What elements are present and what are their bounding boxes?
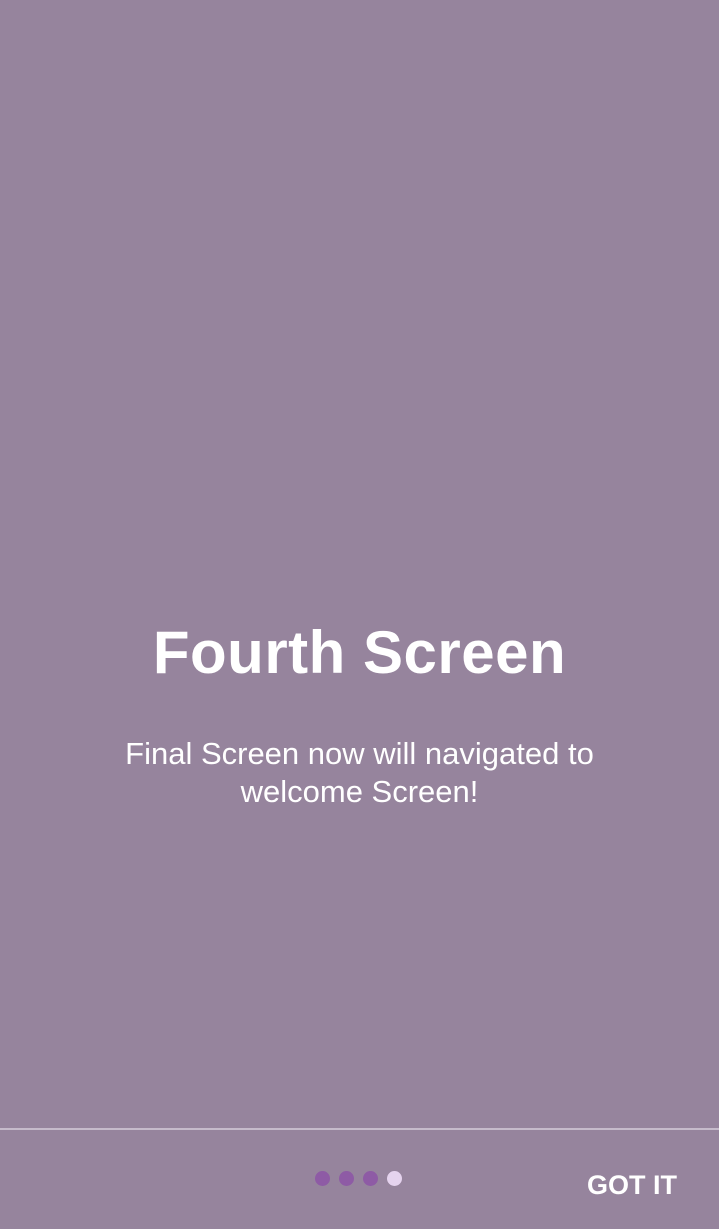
slide-title: Fourth Screen bbox=[152, 619, 567, 686]
onboarding-slide: Fourth Screen Final Screen now will navi… bbox=[0, 0, 719, 1129]
got-it-button[interactable]: GOT IT bbox=[572, 1163, 692, 1207]
page-indicator bbox=[315, 1171, 402, 1187]
slide-description: Final Screen now will navigated to welco… bbox=[125, 736, 594, 809]
page-dot-1[interactable] bbox=[315, 1171, 330, 1186]
page-dot-3[interactable] bbox=[363, 1171, 378, 1186]
page-dot-4-active[interactable] bbox=[387, 1171, 402, 1186]
page-dot-2[interactable] bbox=[339, 1171, 354, 1186]
